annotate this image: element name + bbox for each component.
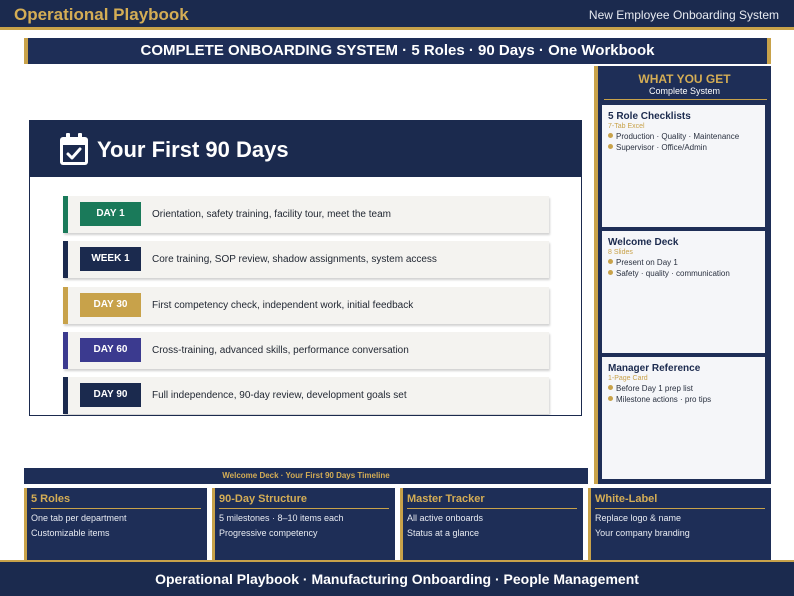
milestone-badge: DAY 1	[80, 202, 141, 226]
calendar-check-icon	[60, 133, 88, 165]
slide-title: Your First 90 Days	[97, 137, 289, 162]
bullet-dot-icon	[608, 133, 613, 138]
card-title: Welcome Deck	[608, 237, 679, 248]
feature-title: Master Tracker	[407, 493, 485, 505]
milestone-badge: DAY 60	[80, 338, 141, 362]
feature-title: 5 Roles	[31, 493, 71, 505]
divider	[407, 508, 577, 509]
top-bar: Operational Playbook New Employee Onboar…	[0, 0, 794, 30]
bullet-dot-icon	[608, 385, 613, 390]
slide-caption: Welcome Deck · Your First 90 Days Timeli…	[24, 468, 588, 484]
feature-line: Replace logo & name	[595, 513, 682, 523]
bullet-dot-icon	[608, 259, 613, 264]
headline-banner: COMPLETE ONBOARDING SYSTEM · 5 Roles · 9…	[24, 38, 771, 64]
card-item-text: Present on Day 1	[616, 258, 678, 267]
panel-subtitle: Complete System	[648, 86, 721, 96]
card-item: Before Day 1 prep list	[608, 384, 693, 393]
feature-title: 90-Day Structure	[219, 493, 308, 505]
feature-line: Customizable items	[31, 528, 110, 538]
product-card: 5 Role Checklists 7-Tab Excel Production…	[602, 105, 765, 227]
card-title: 5 Role Checklists	[608, 111, 691, 122]
milestone-accent	[63, 196, 68, 233]
bullet-dot-icon	[608, 270, 613, 275]
feature-line: Progressive competency	[219, 528, 318, 538]
feature-box: 5 Roles One tab per department Customiza…	[24, 488, 207, 560]
card-item-text: Milestone actions · pro tips	[616, 395, 712, 404]
divider	[604, 99, 767, 100]
feature-line: One tab per department	[31, 513, 127, 523]
feature-box: White-Label Replace logo & name Your com…	[588, 488, 771, 560]
footer-bar: Operational Playbook · Manufacturing Onb…	[0, 560, 794, 596]
card-item-text: Before Day 1 prep list	[616, 384, 693, 393]
feature-line: All active onboards	[407, 513, 484, 523]
milestone-accent	[63, 241, 68, 278]
slide-preview: Your First 90 Days DAY 1 Orientation, sa…	[29, 120, 582, 416]
system-name: New Employee Onboarding System	[588, 8, 779, 22]
feature-box: Master Tracker All active onboards Statu…	[400, 488, 583, 560]
milestone-badge: DAY 30	[80, 293, 141, 317]
panel-title: WHAT YOU GET	[638, 72, 731, 86]
feature-box: 90-Day Structure 5 milestones · 8–10 ite…	[212, 488, 395, 560]
milestone-accent	[63, 332, 68, 369]
feature-title: White-Label	[595, 493, 658, 505]
milestone-row: DAY 1 Orientation, safety training, faci…	[63, 196, 549, 233]
feature-line: 5 milestones · 8–10 items each	[219, 513, 344, 523]
milestone-description: First competency check, independent work…	[152, 300, 414, 311]
card-item-text: Production · Quality · Maintenance	[616, 132, 740, 141]
product-card: Welcome Deck 8 Slides Present on Day 1 S…	[602, 231, 765, 353]
milestone-badge: WEEK 1	[80, 247, 141, 271]
card-subtitle: 1-Page Card	[608, 375, 648, 382]
milestone-description: Orientation, safety training, facility t…	[152, 209, 392, 220]
slide-header: Your First 90 Days	[30, 121, 581, 177]
card-item: Supervisor · Office/Admin	[608, 143, 707, 152]
feature-line: Status at a glance	[407, 528, 480, 538]
card-item-text: Safety · quality · communication	[616, 269, 730, 278]
card-item: Milestone actions · pro tips	[608, 395, 711, 404]
divider	[595, 508, 765, 509]
milestone-row: WEEK 1 Core training, SOP review, shadow…	[63, 241, 549, 278]
milestone-description: Core training, SOP review, shadow assign…	[152, 254, 437, 265]
divider	[219, 508, 389, 509]
card-item: Safety · quality · communication	[608, 269, 730, 278]
milestone-description: Cross-training, advanced skills, perform…	[152, 345, 409, 356]
card-item-text: Supervisor · Office/Admin	[616, 143, 707, 152]
milestone-badge: DAY 90	[80, 383, 141, 407]
milestone-accent	[63, 287, 68, 324]
bullet-dot-icon	[608, 396, 613, 401]
feature-line: Your company branding	[595, 528, 690, 538]
brand-title: Operational Playbook	[14, 5, 189, 24]
divider	[31, 508, 201, 509]
card-item: Production · Quality · Maintenance	[608, 132, 739, 141]
card-subtitle: 8 Slides	[608, 249, 633, 256]
bullet-dot-icon	[608, 144, 613, 149]
what-you-get-panel: WHAT YOU GET Complete System 5 Role Chec…	[594, 66, 771, 484]
milestone-row: DAY 60 Cross-training, advanced skills, …	[63, 332, 549, 369]
card-title: Manager Reference	[608, 363, 701, 374]
milestone-description: Full independence, 90-day review, develo…	[152, 390, 407, 401]
card-item: Present on Day 1	[608, 258, 678, 267]
milestone-row: DAY 30 First competency check, independe…	[63, 287, 549, 324]
card-subtitle: 7-Tab Excel	[608, 123, 645, 130]
milestone-row: DAY 90 Full independence, 90-day review,…	[63, 377, 549, 414]
milestone-accent	[63, 377, 68, 414]
product-card: Manager Reference 1-Page Card Before Day…	[602, 357, 765, 479]
